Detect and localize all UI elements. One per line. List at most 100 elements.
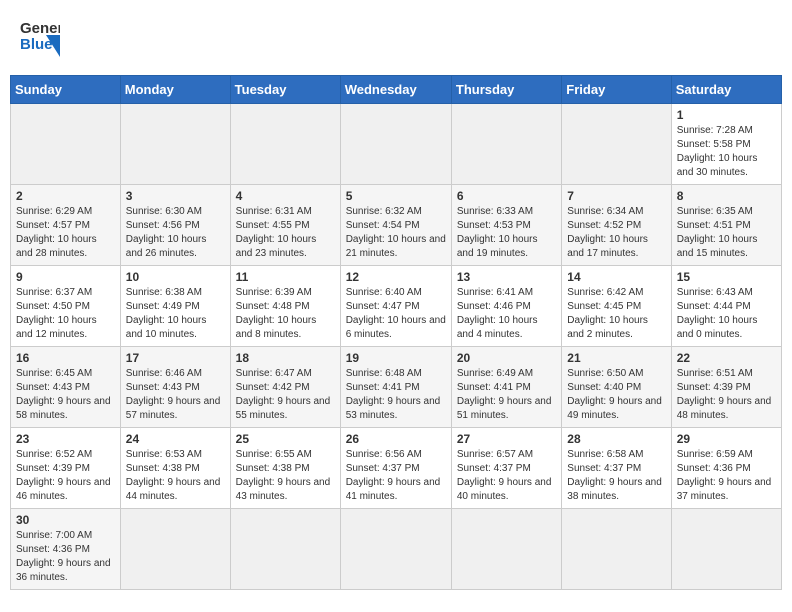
day-number: 30 (16, 513, 115, 527)
calendar-cell: 8Sunrise: 6:35 AM Sunset: 4:51 PM Daylig… (671, 185, 781, 266)
day-info: Sunrise: 6:53 AM Sunset: 4:38 PM Dayligh… (126, 448, 225, 504)
day-info: Sunrise: 6:48 AM Sunset: 4:41 PM Dayligh… (346, 367, 446, 423)
calendar-week-1: 1Sunrise: 7:28 AM Sunset: 5:58 PM Daylig… (11, 104, 782, 185)
logo: General Blue (20, 15, 60, 62)
calendar-table: SundayMondayTuesdayWednesdayThursdayFrid… (10, 75, 782, 590)
calendar-cell (340, 509, 451, 590)
calendar-cell: 22 Sunrise: 6:51 AM Sunset: 4:39 PM Dayli… (671, 347, 781, 428)
calendar-cell: 27 Sunrise: 6:57 AM Sunset: 4:37 PM Dayli… (451, 428, 561, 509)
calendar-cell: 17 Sunrise: 6:46 AM Sunset: 4:43 PM Dayli… (120, 347, 230, 428)
calendar-cell: 29 Sunrise: 6:59 AM Sunset: 4:36 PM Dayli… (671, 428, 781, 509)
day-info: Sunrise: 6:55 AM Sunset: 4:38 PM Dayligh… (236, 448, 335, 504)
day-number: 20 (457, 351, 556, 365)
weekday-header-row: SundayMondayTuesdayWednesdayThursdayFrid… (11, 76, 782, 104)
calendar-cell: 25 Sunrise: 6:55 AM Sunset: 4:38 PM Dayli… (230, 428, 340, 509)
calendar-cell: 15 Sunrise: 6:43 AM Sunset: 4:44 PM Dayli… (671, 266, 781, 347)
day-number: 21 (567, 351, 665, 365)
calendar-cell: 4Sunrise: 6:31 AM Sunset: 4:55 PM Daylig… (230, 185, 340, 266)
calendar-cell: 14 Sunrise: 6:42 AM Sunset: 4:45 PM Dayli… (562, 266, 671, 347)
calendar-week-5: 23Sunrise: 6:52 AM Sunset: 4:39 PM Dayli… (11, 428, 782, 509)
day-number: 26 (346, 432, 446, 446)
calendar-cell: 5 Sunrise: 6:32 AM Sunset: 4:54 PM Daylig… (340, 185, 451, 266)
day-number: 4 (236, 189, 335, 203)
day-info: Sunrise: 6:58 AM Sunset: 4:37 PM Dayligh… (567, 448, 665, 504)
calendar-cell: 24 Sunrise: 6:53 AM Sunset: 4:38 PM Dayli… (120, 428, 230, 509)
calendar-cell: 20 Sunrise: 6:49 AM Sunset: 4:41 PM Dayli… (451, 347, 561, 428)
weekday-header-saturday: Saturday (671, 76, 781, 104)
weekday-header-tuesday: Tuesday (230, 76, 340, 104)
day-number: 14 (567, 270, 665, 284)
day-info: Sunrise: 6:30 AM Sunset: 4:56 PM Dayligh… (126, 205, 225, 261)
day-info: Sunrise: 6:35 AM Sunset: 4:51 PM Dayligh… (677, 205, 776, 261)
calendar-cell: 3 Sunrise: 6:30 AM Sunset: 4:56 PM Daylig… (120, 185, 230, 266)
day-info: Sunrise: 6:37 AM Sunset: 4:50 PM Dayligh… (16, 286, 115, 342)
day-number: 24 (126, 432, 225, 446)
day-number: 5 (346, 189, 446, 203)
calendar-cell (11, 104, 121, 185)
calendar-cell: 21 Sunrise: 6:50 AM Sunset: 4:40 PM Dayli… (562, 347, 671, 428)
day-number: 29 (677, 432, 776, 446)
day-number: 28 (567, 432, 665, 446)
calendar-cell (562, 104, 671, 185)
day-number: 9 (16, 270, 115, 284)
calendar-week-6: 30Sunrise: 7:00 AM Sunset: 4:36 PM Dayli… (11, 509, 782, 590)
calendar-cell: 18Sunrise: 6:47 AM Sunset: 4:42 PM Dayli… (230, 347, 340, 428)
calendar-cell (562, 509, 671, 590)
calendar-cell (120, 104, 230, 185)
calendar-cell: 12 Sunrise: 6:40 AM Sunset: 4:47 PM Dayli… (340, 266, 451, 347)
day-info: Sunrise: 6:39 AM Sunset: 4:48 PM Dayligh… (236, 286, 335, 342)
day-info: Sunrise: 6:40 AM Sunset: 4:47 PM Dayligh… (346, 286, 446, 342)
day-info: Sunrise: 6:56 AM Sunset: 4:37 PM Dayligh… (346, 448, 446, 504)
day-number: 10 (126, 270, 225, 284)
day-number: 6 (457, 189, 556, 203)
day-number: 15 (677, 270, 776, 284)
calendar-cell: 13Sunrise: 6:41 AM Sunset: 4:46 PM Dayli… (451, 266, 561, 347)
day-info: Sunrise: 6:45 AM Sunset: 4:43 PM Dayligh… (16, 367, 115, 423)
day-info: Sunrise: 6:47 AM Sunset: 4:42 PM Dayligh… (236, 367, 335, 423)
weekday-header-monday: Monday (120, 76, 230, 104)
calendar-cell: 19Sunrise: 6:48 AM Sunset: 4:41 PM Dayli… (340, 347, 451, 428)
day-info: Sunrise: 6:49 AM Sunset: 4:41 PM Dayligh… (457, 367, 556, 423)
day-number: 13 (457, 270, 556, 284)
day-info: Sunrise: 6:50 AM Sunset: 4:40 PM Dayligh… (567, 367, 665, 423)
calendar-cell (340, 104, 451, 185)
day-info: Sunrise: 6:43 AM Sunset: 4:44 PM Dayligh… (677, 286, 776, 342)
day-info: Sunrise: 6:42 AM Sunset: 4:45 PM Dayligh… (567, 286, 665, 342)
day-info: Sunrise: 6:38 AM Sunset: 4:49 PM Dayligh… (126, 286, 225, 342)
day-info: Sunrise: 6:29 AM Sunset: 4:57 PM Dayligh… (16, 205, 115, 261)
calendar-cell (120, 509, 230, 590)
page-header: General Blue (10, 10, 782, 67)
day-number: 27 (457, 432, 556, 446)
weekday-header-thursday: Thursday (451, 76, 561, 104)
day-number: 1 (677, 108, 776, 122)
day-number: 11 (236, 270, 335, 284)
day-info: Sunrise: 6:57 AM Sunset: 4:37 PM Dayligh… (457, 448, 556, 504)
calendar-cell (671, 509, 781, 590)
day-number: 2 (16, 189, 115, 203)
day-info: Sunrise: 6:46 AM Sunset: 4:43 PM Dayligh… (126, 367, 225, 423)
day-number: 12 (346, 270, 446, 284)
day-number: 22 (677, 351, 776, 365)
svg-text:General: General (20, 20, 60, 37)
calendar-cell (451, 104, 561, 185)
calendar-cell (230, 509, 340, 590)
calendar-week-4: 16Sunrise: 6:45 AM Sunset: 4:43 PM Dayli… (11, 347, 782, 428)
day-number: 7 (567, 189, 665, 203)
calendar-cell: 16Sunrise: 6:45 AM Sunset: 4:43 PM Dayli… (11, 347, 121, 428)
day-number: 25 (236, 432, 335, 446)
calendar-cell: 23Sunrise: 6:52 AM Sunset: 4:39 PM Dayli… (11, 428, 121, 509)
calendar-cell: 2 Sunrise: 6:29 AM Sunset: 4:57 PM Daylig… (11, 185, 121, 266)
weekday-header-wednesday: Wednesday (340, 76, 451, 104)
calendar-cell: 11 Sunrise: 6:39 AM Sunset: 4:48 PM Dayli… (230, 266, 340, 347)
calendar-week-2: 2 Sunrise: 6:29 AM Sunset: 4:57 PM Daylig… (11, 185, 782, 266)
day-info: Sunrise: 6:59 AM Sunset: 4:36 PM Dayligh… (677, 448, 776, 504)
calendar-cell: 28 Sunrise: 6:58 AM Sunset: 4:37 PM Dayli… (562, 428, 671, 509)
logo-icon: General Blue (20, 15, 60, 62)
day-number: 17 (126, 351, 225, 365)
weekday-header-friday: Friday (562, 76, 671, 104)
day-info: Sunrise: 6:32 AM Sunset: 4:54 PM Dayligh… (346, 205, 446, 261)
day-info: Sunrise: 6:51 AM Sunset: 4:39 PM Dayligh… (677, 367, 776, 423)
day-number: 3 (126, 189, 225, 203)
calendar-cell (230, 104, 340, 185)
day-number: 23 (16, 432, 115, 446)
